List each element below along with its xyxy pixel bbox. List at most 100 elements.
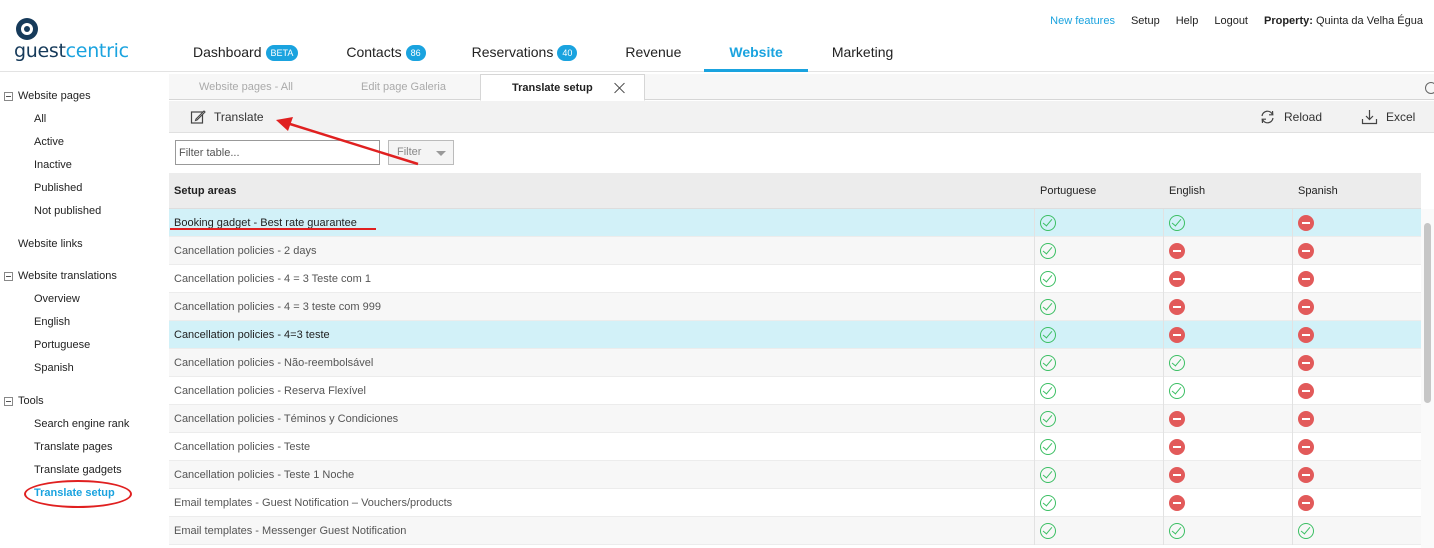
sidebar-item-english[interactable]: English (34, 316, 70, 328)
nav-reservations[interactable]: Reservations 40 (472, 36, 578, 72)
sidebar-item-overview[interactable]: Overview (34, 293, 80, 305)
not-translated-icon[interactable] (1169, 411, 1185, 427)
excel-export-button[interactable]: Excel (1361, 101, 1415, 133)
logout-link[interactable]: Logout (1214, 15, 1248, 27)
collapse-icon[interactable] (4, 396, 13, 406)
translated-check-icon[interactable] (1298, 523, 1314, 539)
nav-revenue[interactable]: Revenue (625, 36, 681, 72)
table-row[interactable]: Cancellation policies - 4=3 teste (169, 321, 1421, 349)
translated-check-icon[interactable] (1169, 355, 1185, 371)
sidebar-item-all[interactable]: All (34, 113, 46, 125)
help-link[interactable]: Help (1176, 15, 1199, 27)
translated-check-icon[interactable] (1040, 355, 1056, 371)
table-row[interactable]: Cancellation policies - 2 days (169, 237, 1421, 265)
sidebar-item-translate-pages[interactable]: Translate pages (34, 441, 112, 453)
not-translated-icon[interactable] (1169, 271, 1185, 287)
table-row[interactable]: Cancellation policies - Reserva Flexível (169, 377, 1421, 405)
not-translated-icon[interactable] (1298, 467, 1314, 483)
translated-check-icon[interactable] (1169, 383, 1185, 399)
setup-area-name: Cancellation policies - 4 = 3 Teste com … (174, 273, 371, 285)
not-translated-icon[interactable] (1298, 271, 1314, 287)
sidebar-group-website-pages[interactable]: Website pages (4, 90, 91, 102)
tab-website-pages-all[interactable]: Website pages - All (199, 74, 293, 100)
translated-check-icon[interactable] (1169, 523, 1185, 539)
options-icon[interactable] (1425, 82, 1434, 94)
sidebar-item-published[interactable]: Published (34, 182, 82, 194)
nav-contacts[interactable]: Contacts 86 (346, 36, 426, 72)
table-row[interactable]: Cancellation policies - 4 = 3 teste com … (169, 293, 1421, 321)
translated-check-icon[interactable] (1040, 523, 1056, 539)
tab-edit-page-galeria[interactable]: Edit page Galeria (361, 74, 446, 100)
not-translated-icon[interactable] (1169, 299, 1185, 315)
not-translated-icon[interactable] (1298, 215, 1314, 231)
not-translated-icon[interactable] (1298, 299, 1314, 315)
nav-dashboard[interactable]: Dashboard BETA (193, 36, 299, 72)
table-header: Setup areas Portuguese English Spanish (169, 173, 1421, 209)
guestcentric-logo[interactable]: guestcentric (14, 16, 144, 64)
collapse-icon[interactable] (4, 91, 13, 101)
not-translated-icon[interactable] (1169, 439, 1185, 455)
translated-check-icon[interactable] (1040, 299, 1056, 315)
table-row[interactable]: Booking gadget - Best rate guarantee (169, 209, 1421, 237)
not-translated-icon[interactable] (1298, 243, 1314, 259)
not-translated-icon[interactable] (1169, 495, 1185, 511)
sidebar-item-translate-gadgets[interactable]: Translate gadgets (34, 464, 122, 476)
translated-check-icon[interactable] (1040, 495, 1056, 511)
table-row[interactable]: Cancellation policies - 4 = 3 Teste com … (169, 265, 1421, 293)
column-divider (1163, 489, 1164, 517)
not-translated-icon[interactable] (1169, 243, 1185, 259)
sidebar-item-website-links[interactable]: Website links (18, 238, 83, 250)
new-features-link[interactable]: New features (1050, 15, 1115, 27)
not-translated-icon[interactable] (1298, 327, 1314, 343)
sidebar-item-search-engine-rank[interactable]: Search engine rank (34, 418, 129, 430)
sidebar-item-active[interactable]: Active (34, 136, 64, 148)
sidebar-group-website-translations[interactable]: Website translations (4, 270, 117, 282)
not-translated-icon[interactable] (1298, 495, 1314, 511)
not-translated-icon[interactable] (1298, 383, 1314, 399)
not-translated-icon[interactable] (1298, 411, 1314, 427)
collapse-icon[interactable] (4, 271, 13, 281)
sidebar-item-spanish[interactable]: Spanish (34, 362, 74, 374)
column-header-spanish[interactable]: Spanish (1298, 173, 1338, 209)
translated-check-icon[interactable] (1169, 215, 1185, 231)
filter-table-input[interactable] (175, 140, 380, 165)
nav-website[interactable]: Website (704, 36, 809, 72)
translated-check-icon[interactable] (1040, 327, 1056, 343)
translate-button[interactable]: Translate (190, 101, 264, 133)
column-header-setup-areas[interactable]: Setup areas (174, 173, 236, 209)
tab-translate-setup[interactable]: Translate setup (480, 74, 645, 101)
translated-check-icon[interactable] (1040, 271, 1056, 287)
column-header-english[interactable]: English (1169, 173, 1205, 209)
translated-check-icon[interactable] (1040, 439, 1056, 455)
table-scrollbar[interactable] (1421, 209, 1434, 548)
setup-link[interactable]: Setup (1131, 15, 1160, 27)
column-divider (1292, 517, 1293, 545)
property-selector[interactable]: Property: Quinta da Velha Égua (1264, 15, 1423, 27)
filter-dropdown[interactable]: Filter (388, 140, 454, 165)
translated-check-icon[interactable] (1040, 243, 1056, 259)
not-translated-icon[interactable] (1298, 439, 1314, 455)
sidebar-group-tools[interactable]: Tools (4, 395, 44, 407)
table-row[interactable]: Cancellation policies - Téminos y Condic… (169, 405, 1421, 433)
translated-check-icon[interactable] (1040, 215, 1056, 231)
table-row[interactable]: Cancellation policies - Teste 1 Noche (169, 461, 1421, 489)
sidebar-item-portuguese[interactable]: Portuguese (34, 339, 90, 351)
reload-button[interactable]: Reload (1259, 101, 1322, 133)
translated-check-icon[interactable] (1040, 411, 1056, 427)
translated-check-icon[interactable] (1040, 383, 1056, 399)
not-translated-icon[interactable] (1169, 327, 1185, 343)
translated-check-icon[interactable] (1040, 467, 1056, 483)
scrollbar-thumb[interactable] (1424, 223, 1431, 403)
table-row[interactable]: Cancellation policies - Não-reembolsável (169, 349, 1421, 377)
sidebar-item-inactive[interactable]: Inactive (34, 159, 72, 171)
nav-marketing[interactable]: Marketing (832, 36, 893, 72)
not-translated-icon[interactable] (1169, 467, 1185, 483)
table-row[interactable]: Cancellation policies - Teste (169, 433, 1421, 461)
table-row[interactable]: Email templates - Messenger Guest Notifi… (169, 517, 1421, 545)
not-translated-icon[interactable] (1298, 355, 1314, 371)
column-header-portuguese[interactable]: Portuguese (1040, 173, 1096, 209)
close-icon[interactable] (614, 82, 626, 94)
sidebar-item-not-published[interactable]: Not published (34, 205, 101, 217)
table-row[interactable]: Email templates - Guest Notification – V… (169, 489, 1421, 517)
chevron-down-icon (436, 151, 446, 156)
